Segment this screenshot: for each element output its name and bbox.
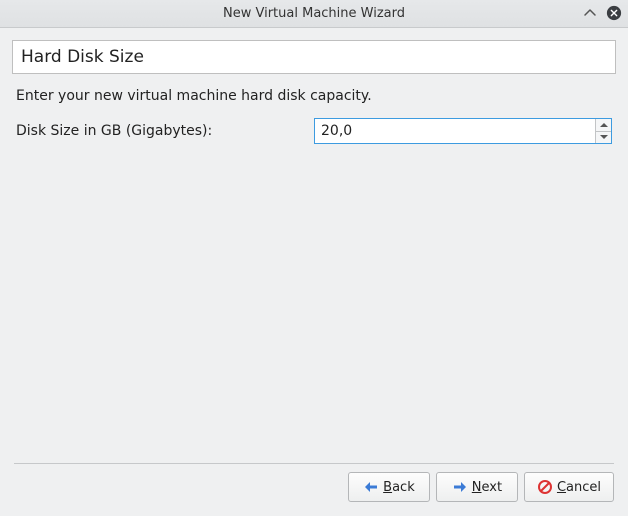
minimize-button[interactable] [580,3,600,23]
cancel-button-label: Cancel [557,480,601,495]
spinner-up-button[interactable] [596,119,611,132]
caret-up-icon [600,122,608,128]
disk-size-spinbox[interactable] [314,118,612,144]
window-title: New Virtual Machine Wizard [0,6,628,21]
cancel-icon [537,479,553,495]
disk-size-label: Disk Size in GB (Gigabytes): [16,123,314,139]
spinner-down-button[interactable] [596,132,611,144]
page-title: Hard Disk Size [21,47,607,67]
disk-size-input[interactable] [315,119,595,143]
close-icon [606,5,622,21]
instruction-text: Enter your new virtual machine hard disk… [16,88,612,104]
chevron-up-icon [582,5,598,21]
close-button[interactable] [604,3,624,23]
disk-size-row: Disk Size in GB (Gigabytes): [16,118,612,144]
wizard-window: New Virtual Machine Wizard Hard Disk Siz… [0,0,628,516]
back-button[interactable]: Back [348,472,430,502]
cancel-button[interactable]: Cancel [524,472,614,502]
content-area: Hard Disk Size Enter your new virtual ma… [0,28,628,516]
separator [14,463,614,464]
spinner-buttons [595,119,611,143]
arrow-left-icon [363,479,379,495]
next-button-label: Next [472,480,502,495]
caret-down-icon [600,134,608,140]
arrow-right-icon [452,479,468,495]
button-row: Back Next Cancel [12,472,616,504]
titlebar: New Virtual Machine Wizard [0,0,628,28]
spacer [12,144,616,463]
next-button[interactable]: Next [436,472,518,502]
back-button-label: Back [383,480,415,495]
titlebar-controls [580,3,624,23]
page-header: Hard Disk Size [12,40,616,74]
